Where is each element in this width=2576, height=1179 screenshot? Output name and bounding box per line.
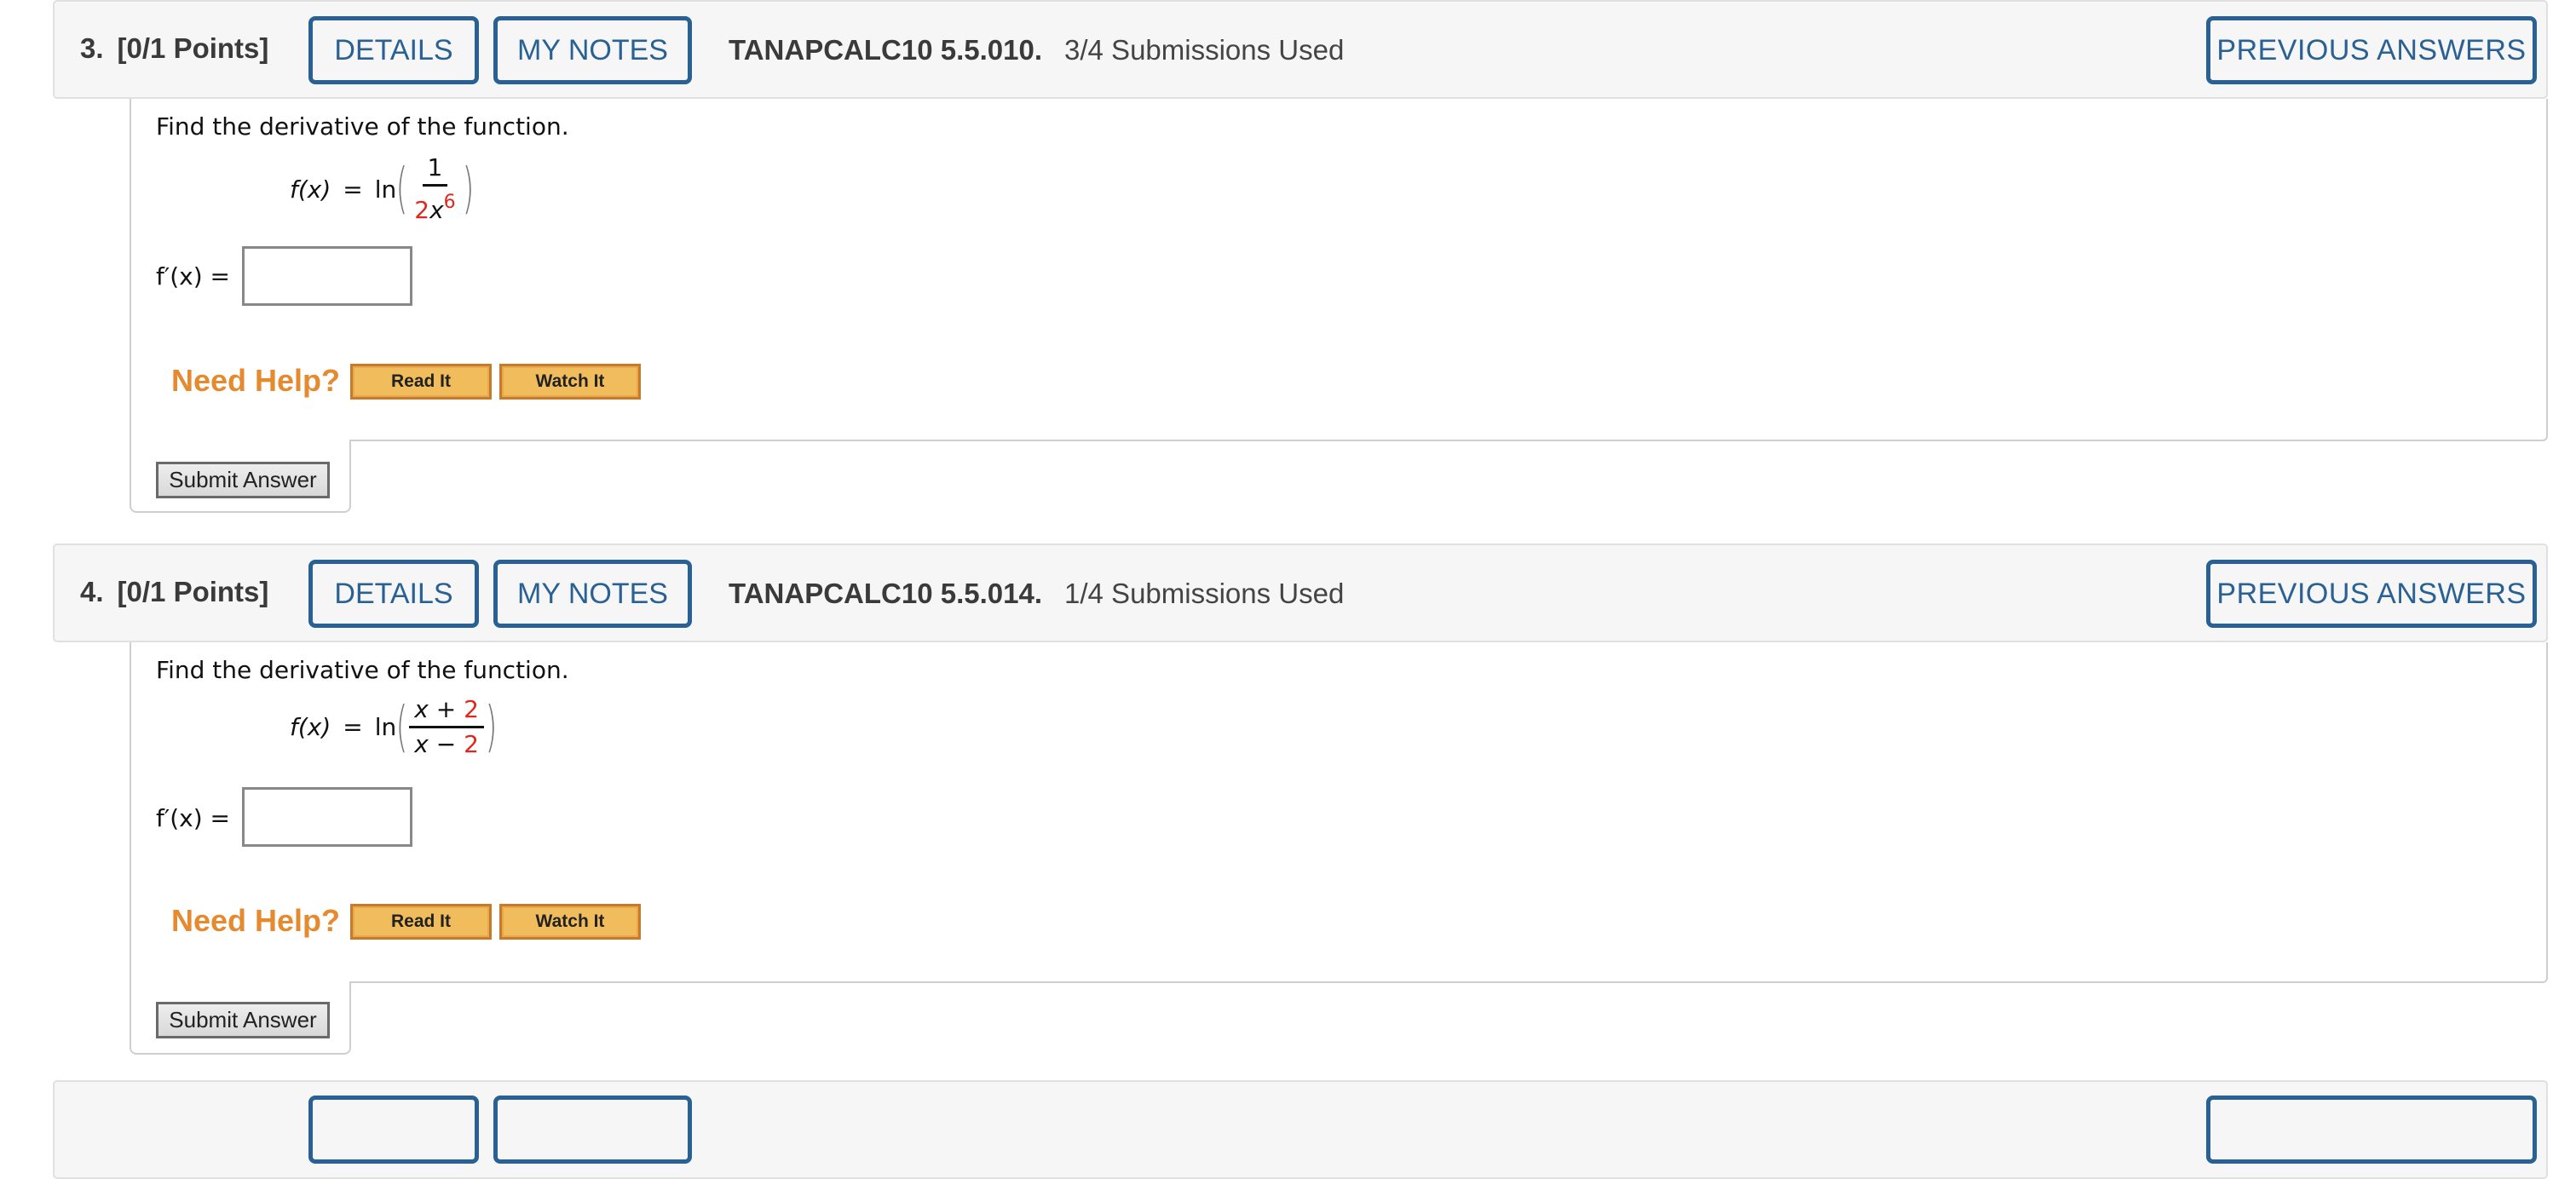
read-it-button[interactable]: Read It	[350, 364, 492, 400]
watch-it-button[interactable]: Watch It	[499, 364, 641, 400]
question-3-body: Find the derivative of the function. f(x…	[130, 99, 2548, 441]
my-notes-button[interactable]: MY NOTES	[493, 16, 692, 84]
denominator-coefficient: 2	[414, 196, 430, 224]
previous-answers-button[interactable]	[2206, 1096, 2537, 1164]
question-number-text: 3.	[80, 32, 104, 64]
fraction-denominator: x − 2	[409, 728, 484, 759]
denominator-exponent: 6	[443, 192, 456, 213]
left-paren: (	[395, 158, 408, 221]
question-number-text: 4.	[80, 576, 104, 607]
formula-lhs: f(x)	[290, 713, 331, 741]
details-button[interactable]	[308, 1096, 479, 1164]
numerator-constant: 2	[464, 695, 479, 723]
question-number: 3. [0/1 Points]	[80, 32, 268, 65]
question-prompt: Find the derivative of the function.	[156, 112, 569, 141]
question-reference: TANAPCALC10 5.5.014. 1/4 Submissions Used	[729, 578, 1344, 610]
formula-equals: =	[343, 713, 363, 741]
question-4-body: Find the derivative of the function. f(x…	[130, 642, 2548, 983]
question-reference: TANAPCALC10 5.5.010. 3/4 Submissions Used	[729, 34, 1344, 66]
formula-equals: =	[343, 175, 363, 204]
right-paren: )	[462, 158, 475, 221]
fraction-denominator: 2x6	[409, 187, 460, 225]
question-4-header: 4. [0/1 Points] DETAILS MY NOTES TANAPCAL…	[53, 543, 2548, 642]
question-points: [0/1 Points]	[117, 576, 269, 607]
question-prompt: Find the derivative of the function.	[156, 656, 569, 684]
my-notes-button[interactable]: MY NOTES	[493, 560, 692, 628]
left-paren: (	[395, 695, 408, 759]
function-formula: f(x) = ln ( x + 2 x − 2 )	[290, 695, 497, 759]
denominator-operator: −	[435, 730, 457, 758]
submit-answer-button[interactable]: Submit Answer	[156, 462, 330, 498]
answer-input[interactable]	[242, 246, 412, 306]
question-code: TANAPCALC10 5.5.014.	[729, 578, 1043, 609]
answer-label: f′(x) =	[156, 262, 230, 290]
question-code: TANAPCALC10 5.5.010.	[729, 34, 1043, 66]
watch-it-button[interactable]: Watch It	[499, 904, 641, 940]
right-paren: )	[485, 695, 498, 759]
details-button[interactable]: DETAILS	[308, 560, 479, 628]
submissions-used: 1/4 Submissions Used	[1064, 578, 1345, 609]
submit-tab: Submit Answer	[130, 981, 351, 1055]
denominator-variable: x	[414, 730, 429, 758]
need-help-label: Need Help?	[171, 363, 341, 398]
previous-answers-button[interactable]: PREVIOUS ANSWERS	[2206, 16, 2537, 84]
denominator-variable: x	[429, 196, 444, 224]
question-points: [0/1 Points]	[117, 32, 269, 64]
fraction: x + 2 x − 2	[409, 695, 484, 759]
tab-join	[131, 980, 349, 983]
question-3-header: 3. [0/1 Points] DETAILS MY NOTES TANAPCAL…	[53, 0, 2548, 99]
formula-ln: ln	[374, 713, 397, 741]
submit-tab: Submit Answer	[130, 440, 351, 513]
need-help-label: Need Help?	[171, 903, 341, 938]
formula-lhs: f(x)	[290, 175, 331, 204]
previous-answers-button[interactable]: PREVIOUS ANSWERS	[2206, 560, 2537, 628]
tab-join	[131, 438, 349, 441]
my-notes-button[interactable]	[493, 1096, 692, 1164]
fraction: 1 2x6	[409, 153, 460, 225]
fraction-numerator: x + 2	[409, 695, 484, 728]
function-formula: f(x) = ln ( 1 2x6 )	[290, 153, 474, 225]
denominator-constant: 2	[464, 730, 479, 758]
numerator-variable: x	[414, 695, 429, 723]
submit-answer-button[interactable]: Submit Answer	[156, 1002, 330, 1038]
answer-label: f′(x) =	[156, 804, 230, 832]
question-number: 4. [0/1 Points]	[80, 576, 268, 608]
submissions-used: 3/4 Submissions Used	[1064, 34, 1345, 66]
answer-input[interactable]	[242, 787, 412, 847]
fraction-numerator: 1	[422, 153, 448, 187]
formula-ln: ln	[374, 175, 397, 204]
question-5-header-partial	[53, 1080, 2548, 1179]
details-button[interactable]: DETAILS	[308, 16, 479, 84]
read-it-button[interactable]: Read It	[350, 904, 492, 940]
numerator-operator: +	[435, 695, 457, 723]
